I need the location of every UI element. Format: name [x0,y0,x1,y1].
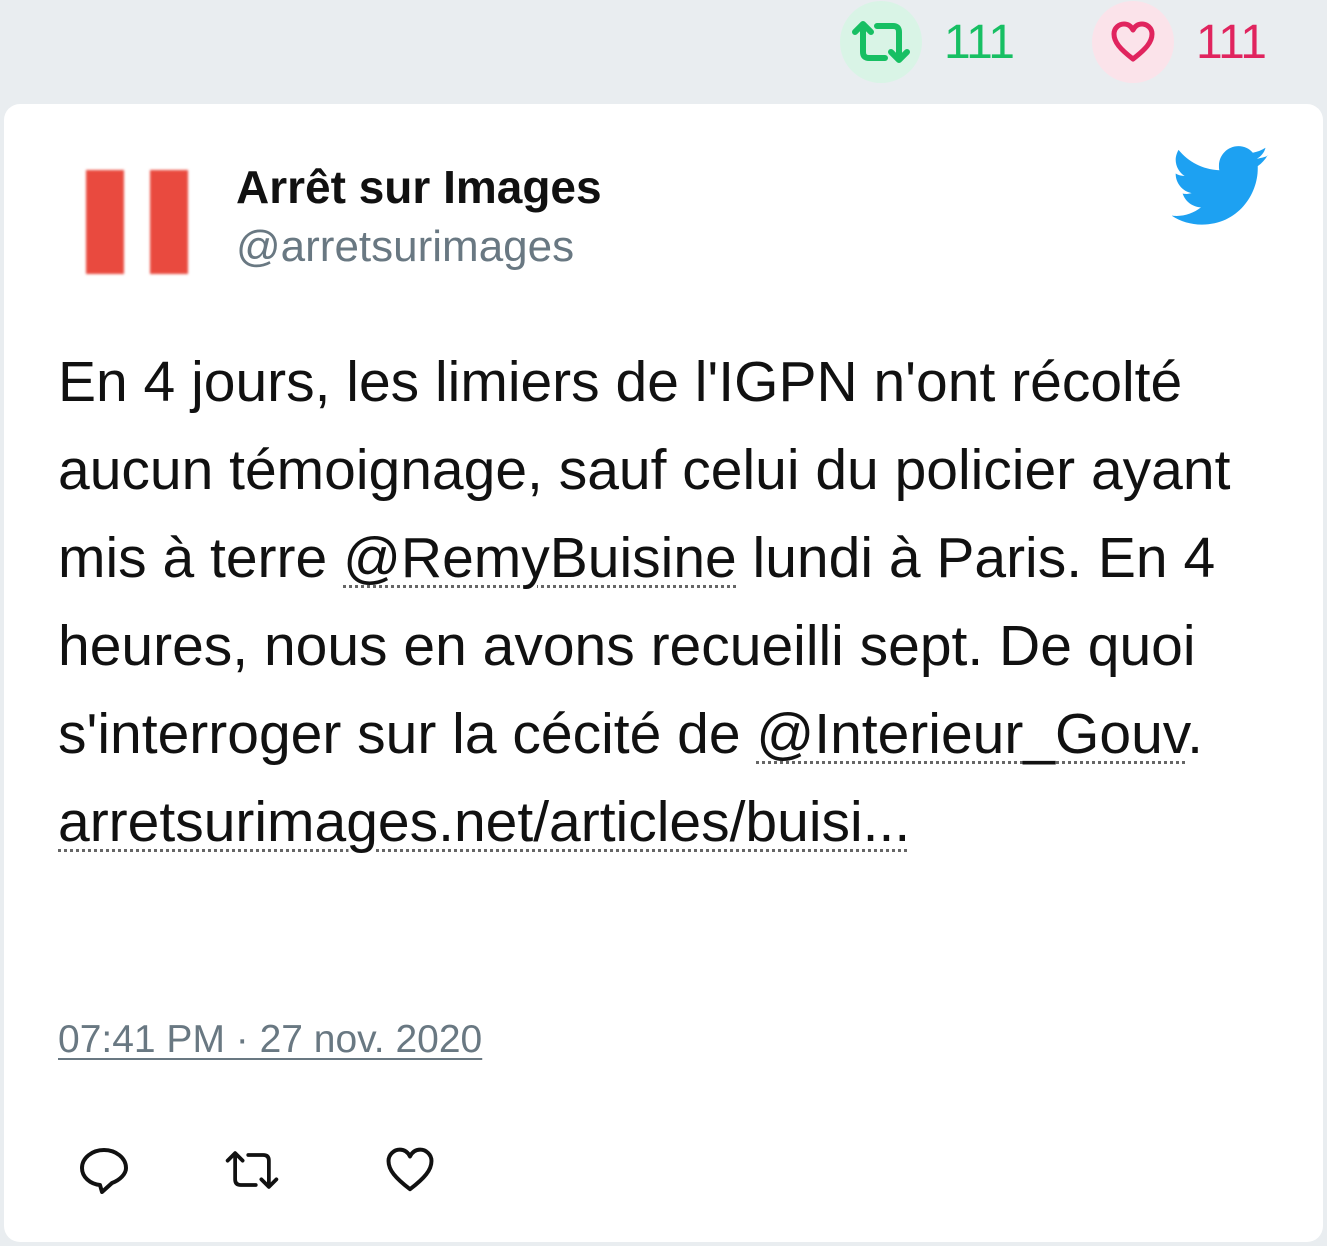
avatar[interactable] [72,156,210,294]
tweet-text: En 4 jours, les limiers de l'IGPN n'ont … [58,338,1288,866]
retweet-icon[interactable] [840,1,922,83]
reply-icon [80,1148,128,1194]
author-handle[interactable]: @arretsurimages [236,222,574,272]
like-button[interactable] [380,1140,440,1200]
tweet-timestamp[interactable]: 07:41 PM · 27 nov. 2020 [58,1018,482,1062]
twitter-bird-icon[interactable] [1171,146,1270,228]
retweet-count: 111 [944,15,1015,69]
retweet-stat[interactable]: 111 [840,0,1015,84]
retweet-icon [225,1151,279,1189]
mention-link[interactable]: @Interieur_Gouv [756,702,1187,766]
like-count: 111 [1196,15,1267,69]
heart-icon[interactable] [1092,1,1174,83]
heart-icon [386,1147,434,1192]
author-name[interactable]: Arrêt sur Images [236,160,602,214]
tweet-text-part: . [1187,702,1203,766]
avatar-bar-left [86,170,124,274]
mention-link[interactable]: @RemyBuisine [343,526,737,590]
reply-button[interactable] [74,1140,134,1200]
article-link[interactable]: arretsurimages.net/articles/buisi... [58,790,910,854]
retweet-button[interactable] [222,1140,282,1200]
avatar-bar-right [150,170,188,274]
like-stat[interactable]: 111 [1092,0,1267,84]
engagement-stats-bar: 111 111 [0,0,1327,104]
tweet-card: Arrêt sur Images @arretsurimages En 4 jo… [4,104,1323,1242]
